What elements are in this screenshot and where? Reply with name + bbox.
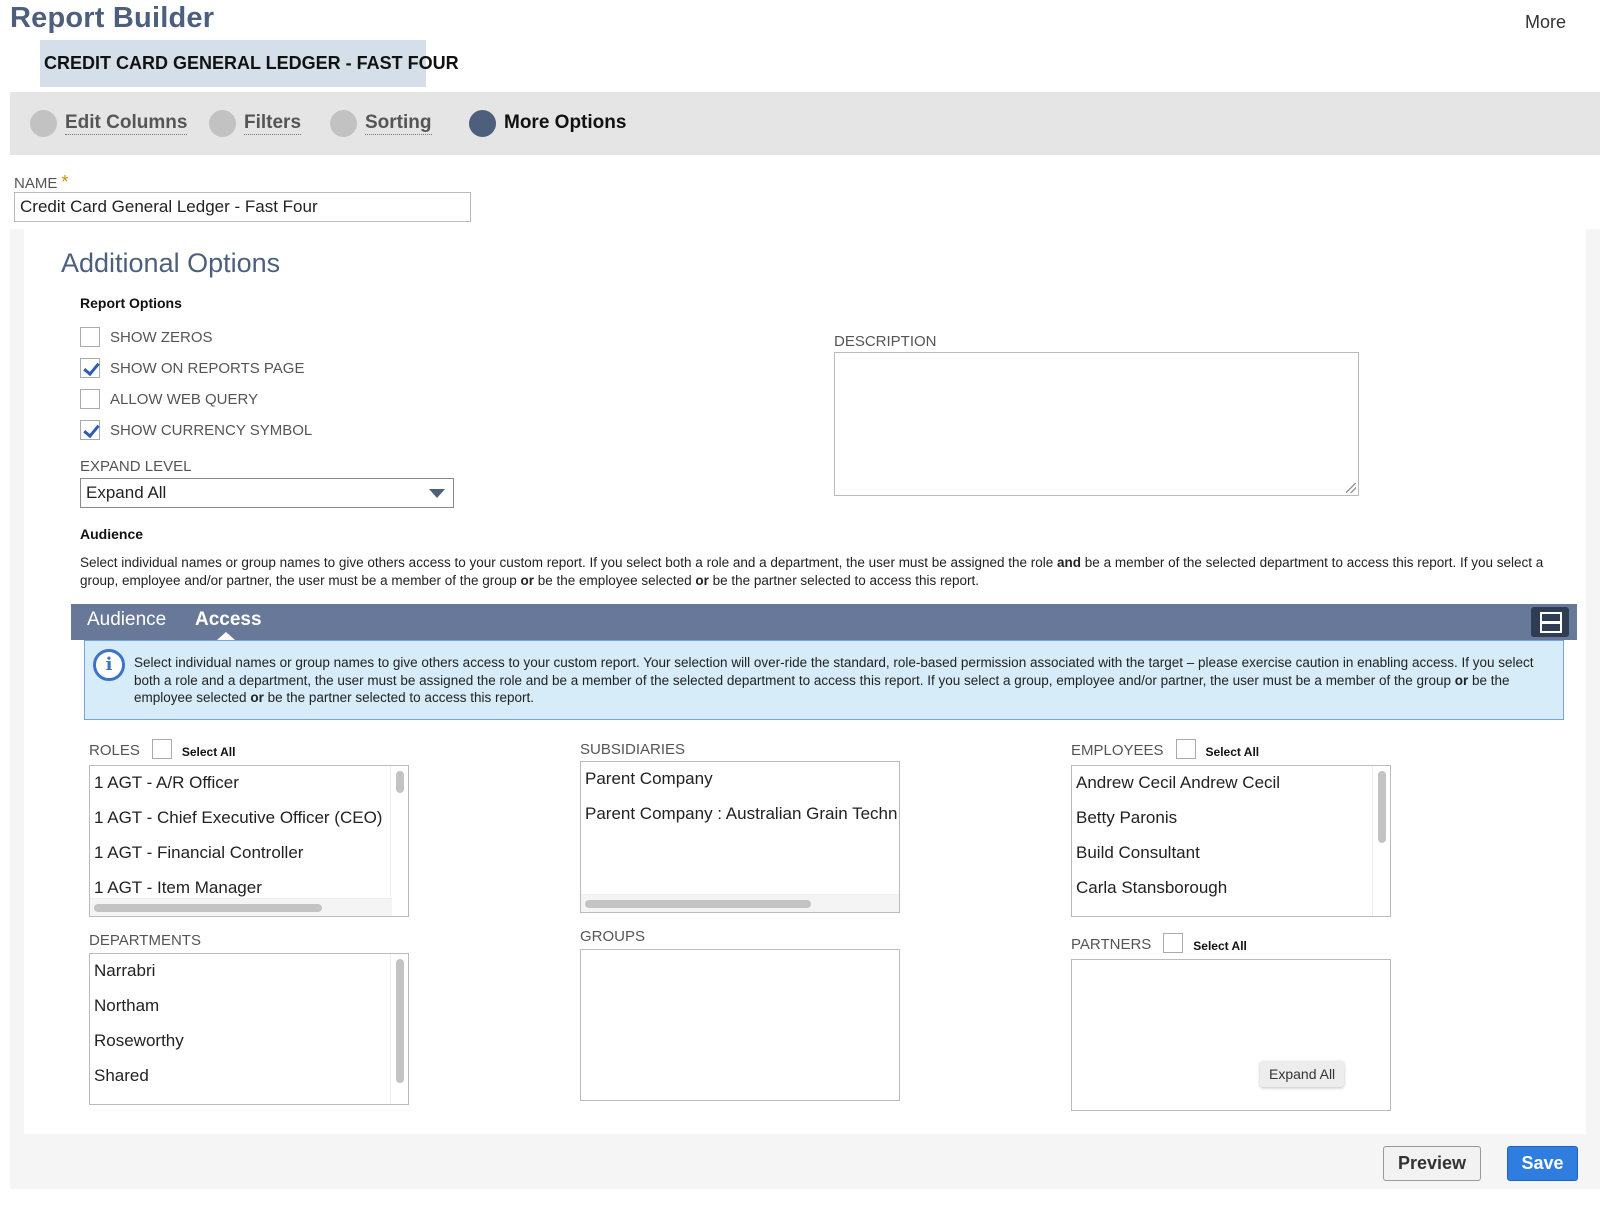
show-zeros-checkbox[interactable] [80,327,100,347]
option-show-on-reports-page[interactable]: SHOW ON REPORTS PAGE [80,358,304,378]
partners-select-all-checkbox[interactable] [1163,933,1184,953]
tab-layout-toggle-icon[interactable] [1531,607,1569,637]
info-icon: i [93,649,125,681]
list-item[interactable]: Shared [94,1066,149,1086]
chevron-down-icon [429,489,445,498]
option-label: SHOW ON REPORTS PAGE [110,359,305,377]
report-title-chip: CREDIT CARD GENERAL LEDGER - FAST FOUR [40,40,459,87]
allow-web-query-checkbox[interactable] [80,389,100,409]
roles-listbox[interactable]: 1 AGT - A/R Officer 1 AGT - Chief Execut… [89,765,409,917]
list-item[interactable]: Parent Company : Australian Grain Techn [585,804,897,824]
description-label: DESCRIPTION [834,333,937,350]
list-item[interactable]: 1 AGT - Chief Executive Officer (CEO) [94,808,382,828]
app-title: Report Builder [10,2,215,34]
name-label: NAME * [14,172,69,192]
partners-listbox[interactable] [1071,959,1391,1111]
additional-options-title: Additional Options [61,248,281,278]
step-edit-columns[interactable]: Edit Columns [30,106,188,140]
audience-heading: Audience [80,526,144,542]
select-all-label: Select All [1205,745,1260,759]
expand-all-tooltip: Expand All [1260,1061,1345,1087]
step-more-options[interactable]: More Options [469,106,626,140]
required-mark: * [61,172,69,192]
employees-listbox[interactable]: Andrew Cecil Andrew Cecil Betty Paronis … [1071,765,1391,917]
list-item[interactable]: Northam [94,996,159,1016]
list-item[interactable]: Andrew Cecil Andrew Cecil [1076,773,1280,793]
option-label: SHOW CURRENCY SYMBOL [110,421,313,439]
audience-description: Select individual names or group names t… [80,555,1544,588]
select-all-label: Select All [181,745,236,759]
horizontal-scrollbar[interactable] [581,894,899,912]
option-show-zeros[interactable]: SHOW ZEROS [80,327,213,347]
groups-label: GROUPS [580,928,646,945]
expand-level-value: Expand All [86,483,167,502]
show-on-reports-page-checkbox[interactable] [80,358,100,378]
select-all-label: Select All [1193,939,1247,953]
step-indicator-icon [30,109,57,137]
step-sorting[interactable]: Sorting [330,106,432,140]
option-label: ALLOW WEB QUERY [110,390,259,408]
tab-audience[interactable]: Audience [87,609,166,631]
list-item[interactable]: Narrabri [94,961,155,981]
option-allow-web-query[interactable]: ALLOW WEB QUERY [80,389,258,409]
more-menu-link[interactable]: More [1525,12,1566,33]
step-label: Filters [244,111,302,135]
departments-listbox[interactable]: Narrabri Northam Roseworthy Shared [89,953,409,1105]
roles-label: ROLES Select All [89,739,235,759]
wizard-step-bar: Edit Columns Filters Sorting More Option… [10,92,1600,155]
option-show-currency-symbol[interactable]: SHOW CURRENCY SYMBOL [80,420,312,440]
subsidiaries-label: SUBSIDIARIES [580,741,686,758]
roles-select-all-checkbox[interactable] [151,739,172,759]
preview-button[interactable]: Preview [1383,1146,1481,1181]
step-indicator-icon [330,109,357,137]
report-options-heading: Report Options [80,295,182,311]
step-label: More Options [504,112,627,133]
subsidiaries-listbox[interactable]: Parent Company Parent Company : Australi… [580,761,900,913]
list-item[interactable]: Roseworthy [94,1031,184,1051]
expand-level-select[interactable]: Expand All [80,478,454,508]
step-indicator-icon [209,109,236,137]
step-indicator-icon [469,109,496,137]
list-item[interactable]: Carla Stansborough [1076,878,1227,898]
step-label: Edit Columns [65,111,188,135]
vertical-scrollbar[interactable] [390,954,408,1104]
expand-level-label: EXPAND LEVEL [80,458,192,475]
list-item[interactable]: 1 AGT - Item Manager [94,878,262,898]
groups-listbox[interactable] [580,949,900,1101]
name-input[interactable] [14,192,471,222]
list-item[interactable]: Parent Company [585,769,713,789]
vertical-scrollbar[interactable] [1372,766,1390,916]
list-item[interactable]: 1 AGT - A/R Officer [94,773,239,793]
partners-label: PARTNERS Select All [1071,933,1247,953]
list-item[interactable]: Build Consultant [1076,843,1200,863]
employees-label: EMPLOYEES Select All [1071,739,1259,759]
resize-grip-icon[interactable] [1346,483,1356,493]
access-tab-bar: Audience Access [71,604,1577,640]
departments-label: DEPARTMENTS [89,932,201,949]
list-item[interactable]: Betty Paronis [1076,808,1177,828]
description-textarea[interactable] [834,352,1359,496]
step-filters[interactable]: Filters [209,106,302,140]
info-message-text: Select individual names or group names t… [134,655,1534,705]
list-item[interactable]: 1 AGT - Financial Controller [94,843,303,863]
employees-select-all-checkbox[interactable] [1175,739,1196,759]
option-label: SHOW ZEROS [110,328,213,346]
save-button[interactable]: Save [1507,1146,1578,1181]
step-label: Sorting [365,111,432,135]
tab-access[interactable]: Access [195,609,262,640]
vertical-scrollbar[interactable] [390,766,408,898]
show-currency-symbol-checkbox[interactable] [80,420,100,440]
horizontal-scrollbar[interactable] [90,898,392,916]
